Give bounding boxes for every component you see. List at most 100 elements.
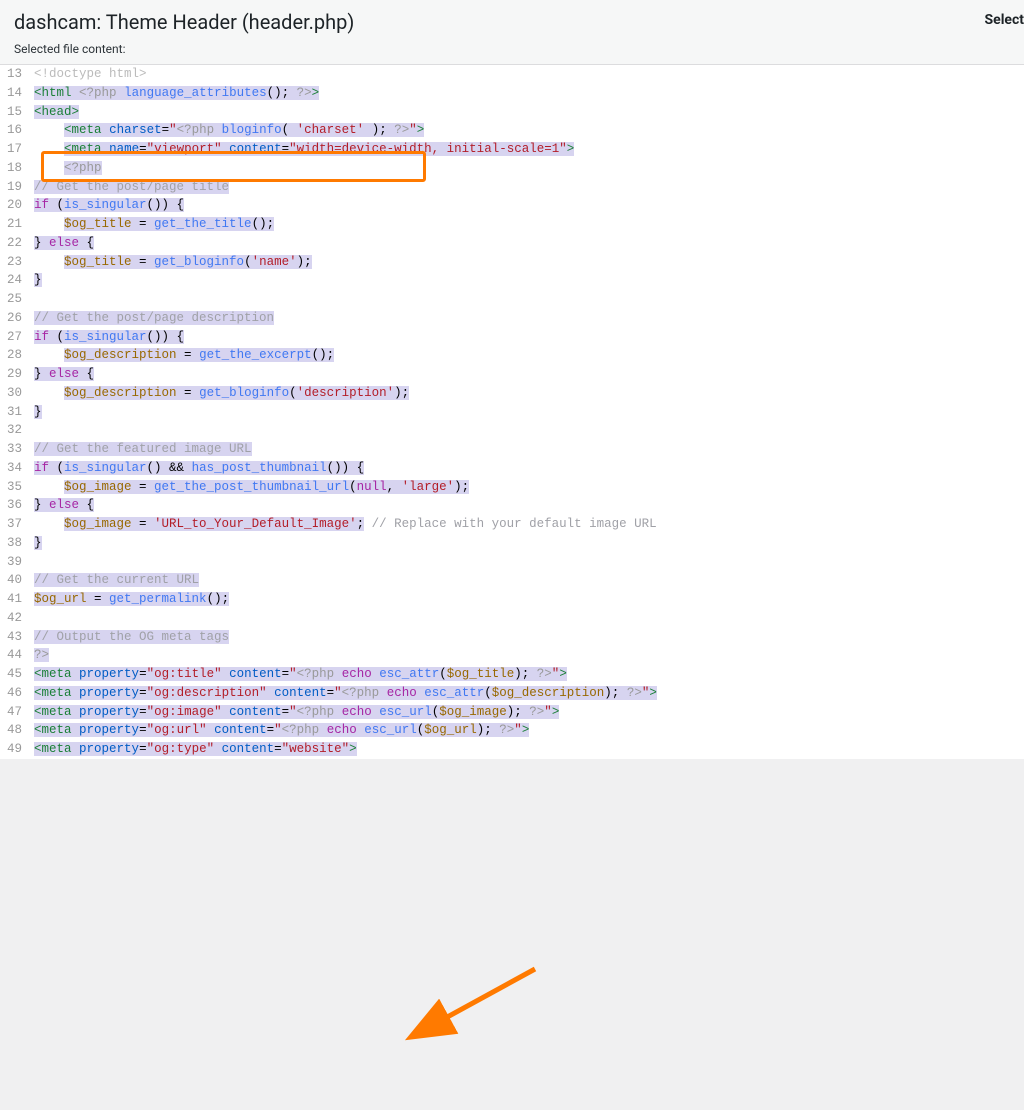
- line-number: 14: [0, 84, 28, 103]
- code-line[interactable]: 17 <meta name="viewport" content="width=…: [0, 140, 1024, 159]
- code-content[interactable]: }: [28, 403, 1024, 422]
- line-number: 21: [0, 215, 28, 234]
- code-line[interactable]: 14<html <?php language_attributes(); ?>>: [0, 84, 1024, 103]
- code-content[interactable]: // Output the OG meta tags: [28, 628, 1024, 647]
- code-content[interactable]: <!doctype html>: [28, 65, 1024, 84]
- code-content[interactable]: // Get the current URL: [28, 571, 1024, 590]
- code-content[interactable]: $og_description = get_bloginfo('descript…: [28, 384, 1024, 403]
- code-line[interactable]: 19// Get the post/page title: [0, 178, 1024, 197]
- code-line[interactable]: 18 <?php: [0, 159, 1024, 178]
- code-line[interactable]: 29} else {: [0, 365, 1024, 384]
- code-line[interactable]: 33// Get the featured image URL: [0, 440, 1024, 459]
- code-content[interactable]: [28, 421, 1024, 440]
- code-content[interactable]: <meta property="og:title" content="<?php…: [28, 665, 1024, 684]
- code-content[interactable]: <html <?php language_attributes(); ?>>: [28, 84, 1024, 103]
- code-line[interactable]: 15<head>: [0, 103, 1024, 122]
- line-number: 30: [0, 384, 28, 403]
- line-number: 38: [0, 534, 28, 553]
- code-content[interactable]: // Get the featured image URL: [28, 440, 1024, 459]
- code-line[interactable]: 41$og_url = get_permalink();: [0, 590, 1024, 609]
- line-number: 16: [0, 121, 28, 140]
- code-line[interactable]: 48<meta property="og:url" content="<?php…: [0, 721, 1024, 740]
- code-content[interactable]: <?php: [28, 159, 1024, 178]
- code-content[interactable]: [28, 553, 1024, 572]
- editor-header: dashcam: Theme Header (header.php) Selec…: [0, 0, 1024, 65]
- code-line[interactable]: 25: [0, 290, 1024, 309]
- code-line[interactable]: 35 $og_image = get_the_post_thumbnail_ur…: [0, 478, 1024, 497]
- line-number: 18: [0, 159, 28, 178]
- code-content[interactable]: // Get the post/page description: [28, 309, 1024, 328]
- line-number: 31: [0, 403, 28, 422]
- line-number: 37: [0, 515, 28, 534]
- code-line[interactable]: 45<meta property="og:title" content="<?p…: [0, 665, 1024, 684]
- code-content[interactable]: <meta property="og:type" content="websit…: [28, 740, 1024, 759]
- code-content[interactable]: $og_description = get_the_excerpt();: [28, 346, 1024, 365]
- code-content[interactable]: $og_image = get_the_post_thumbnail_url(n…: [28, 478, 1024, 497]
- code-editor[interactable]: 13<!doctype html>14<html <?php language_…: [0, 65, 1024, 759]
- code-content[interactable]: $og_title = get_the_title();: [28, 215, 1024, 234]
- code-line[interactable]: 42: [0, 609, 1024, 628]
- code-content[interactable]: if (is_singular() && has_post_thumbnail(…: [28, 459, 1024, 478]
- code-line[interactable]: 36} else {: [0, 496, 1024, 515]
- code-content[interactable]: } else {: [28, 365, 1024, 384]
- code-content[interactable]: [28, 609, 1024, 628]
- line-number: 27: [0, 328, 28, 347]
- code-content[interactable]: <meta property="og:url" content="<?php e…: [28, 721, 1024, 740]
- code-content[interactable]: <meta name="viewport" content="width=dev…: [28, 140, 1024, 159]
- line-number: 43: [0, 628, 28, 647]
- code-content[interactable]: } else {: [28, 496, 1024, 515]
- code-content[interactable]: $og_title = get_bloginfo('name');: [28, 253, 1024, 272]
- code-line[interactable]: 27if (is_singular()) {: [0, 328, 1024, 347]
- code-content[interactable]: // Get the post/page title: [28, 178, 1024, 197]
- code-content[interactable]: }: [28, 271, 1024, 290]
- code-content[interactable]: [28, 290, 1024, 309]
- code-line[interactable]: 20if (is_singular()) {: [0, 196, 1024, 215]
- line-number: 24: [0, 271, 28, 290]
- line-number: 42: [0, 609, 28, 628]
- code-content[interactable]: if (is_singular()) {: [28, 328, 1024, 347]
- code-content[interactable]: $og_url = get_permalink();: [28, 590, 1024, 609]
- code-line[interactable]: 37 $og_image = 'URL_to_Your_Default_Imag…: [0, 515, 1024, 534]
- code-line[interactable]: 28 $og_description = get_the_excerpt();: [0, 346, 1024, 365]
- code-content[interactable]: <meta charset="<?php bloginfo( 'charset'…: [28, 121, 1024, 140]
- line-number: 46: [0, 684, 28, 703]
- code-content[interactable]: ?>: [28, 646, 1024, 665]
- line-number: 33: [0, 440, 28, 459]
- code-line[interactable]: 46<meta property="og:description" conten…: [0, 684, 1024, 703]
- code-line[interactable]: 30 $og_description = get_bloginfo('descr…: [0, 384, 1024, 403]
- code-line[interactable]: 16 <meta charset="<?php bloginfo( 'chars…: [0, 121, 1024, 140]
- code-line[interactable]: 40// Get the current URL: [0, 571, 1024, 590]
- code-content[interactable]: }: [28, 534, 1024, 553]
- code-line[interactable]: 21 $og_title = get_the_title();: [0, 215, 1024, 234]
- code-line[interactable]: 22} else {: [0, 234, 1024, 253]
- line-number: 49: [0, 740, 28, 759]
- line-number: 15: [0, 103, 28, 122]
- code-line[interactable]: 13<!doctype html>: [0, 65, 1024, 84]
- select-button[interactable]: Select: [985, 12, 1024, 28]
- code-line[interactable]: 23 $og_title = get_bloginfo('name');: [0, 253, 1024, 272]
- code-line[interactable]: 24}: [0, 271, 1024, 290]
- line-number: 40: [0, 571, 28, 590]
- line-number: 41: [0, 590, 28, 609]
- code-line[interactable]: 47<meta property="og:image" content="<?p…: [0, 703, 1024, 722]
- code-line[interactable]: 43// Output the OG meta tags: [0, 628, 1024, 647]
- line-number: 47: [0, 703, 28, 722]
- code-content[interactable]: if (is_singular()) {: [28, 196, 1024, 215]
- line-number: 29: [0, 365, 28, 384]
- code-line[interactable]: 34if (is_singular() && has_post_thumbnai…: [0, 459, 1024, 478]
- code-content[interactable]: <head>: [28, 103, 1024, 122]
- code-content[interactable]: } else {: [28, 234, 1024, 253]
- code-line[interactable]: 44?>: [0, 646, 1024, 665]
- line-number: 32: [0, 421, 28, 440]
- line-number: 23: [0, 253, 28, 272]
- code-line[interactable]: 38}: [0, 534, 1024, 553]
- code-content[interactable]: <meta property="og:description" content=…: [28, 684, 1024, 703]
- code-content[interactable]: $og_image = 'URL_to_Your_Default_Image';…: [28, 515, 1024, 534]
- code-line[interactable]: 32: [0, 421, 1024, 440]
- code-line[interactable]: 49<meta property="og:type" content="webs…: [0, 740, 1024, 759]
- code-line[interactable]: 39: [0, 553, 1024, 572]
- code-line[interactable]: 31}: [0, 403, 1024, 422]
- code-line[interactable]: 26// Get the post/page description: [0, 309, 1024, 328]
- line-number: 19: [0, 178, 28, 197]
- code-content[interactable]: <meta property="og:image" content="<?php…: [28, 703, 1024, 722]
